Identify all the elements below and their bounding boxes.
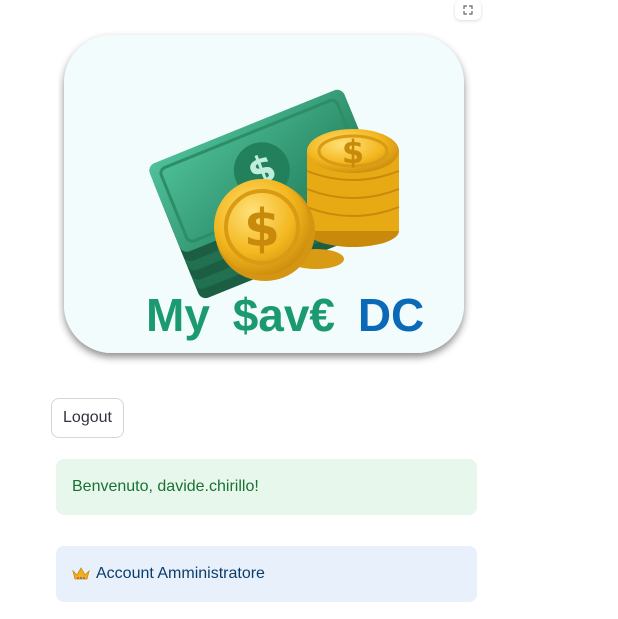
crown-icon xyxy=(72,567,90,580)
app-logo-image: $ $ $ My $av€ DC xyxy=(58,31,473,365)
admin-account-label: Account Amministratore xyxy=(96,565,265,582)
fullscreen-expand-icon xyxy=(463,5,473,15)
welcome-message: Benvenuto, davide.chirillo! xyxy=(72,478,259,495)
logout-button[interactable]: Logout xyxy=(51,398,124,438)
svg-text:$: $ xyxy=(342,133,364,171)
fullscreen-button[interactable] xyxy=(455,0,481,20)
admin-info-alert: Account Amministratore xyxy=(56,546,477,602)
welcome-success-alert: Benvenuto, davide.chirillo! xyxy=(56,459,477,515)
brand-wordmark: My $av€ DC xyxy=(146,289,424,341)
svg-text:$: $ xyxy=(244,199,280,259)
coin-stack-icon: $ xyxy=(306,129,400,247)
